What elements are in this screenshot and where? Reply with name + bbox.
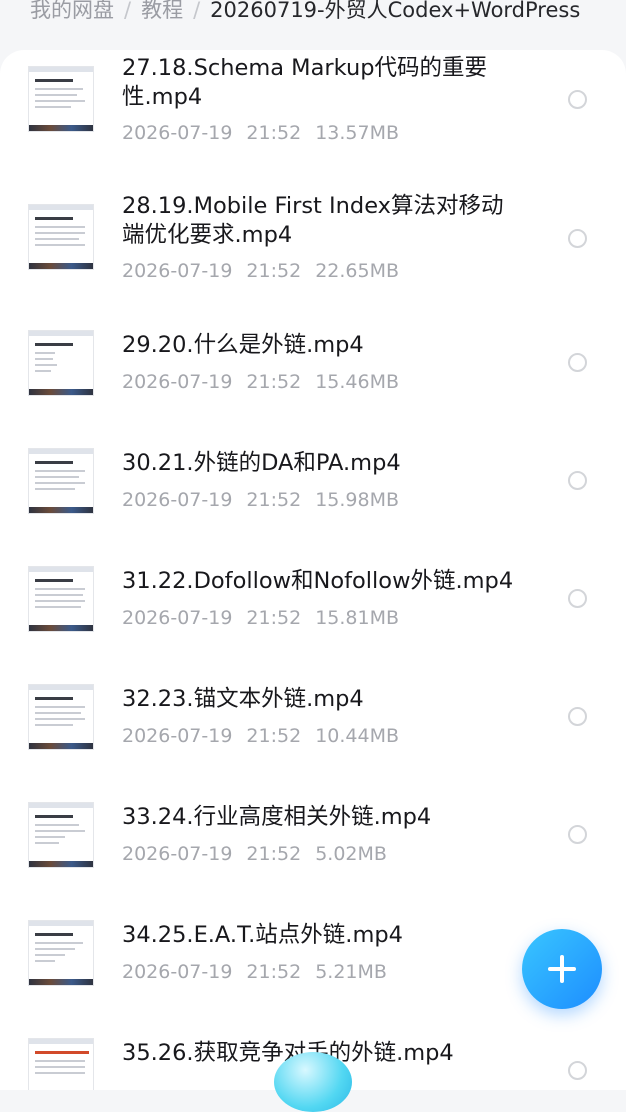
- file-time: 21:52: [246, 489, 302, 511]
- file-row[interactable]: 33.24.行业高度相关外链.mp4 2026-07-19 21:52 5.02MB: [0, 800, 626, 918]
- file-row[interactable]: 27.18.Schema Markup代码的重要性.mp4 2026-07-19…: [0, 50, 626, 168]
- add-button[interactable]: [522, 929, 602, 1009]
- breadcrumb-item-my-drive[interactable]: 我的网盘: [30, 0, 114, 22]
- video-thumbnail-icon: [28, 204, 94, 270]
- video-thumbnail-icon: [28, 330, 94, 396]
- file-date: 2026-07-19: [122, 260, 233, 282]
- breadcrumb-current-folder: 20260719-外贸人Codex+WordPress: [210, 0, 581, 22]
- radio-circle-icon[interactable]: [568, 825, 587, 844]
- file-size: 22.65MB: [315, 260, 400, 282]
- radio-circle-icon[interactable]: [568, 90, 587, 109]
- file-time: 21:52: [246, 961, 302, 983]
- mascot-icon[interactable]: [274, 1052, 352, 1112]
- file-name[interactable]: 30.21.外链的DA和PA.mp4: [122, 449, 522, 478]
- file-time: 21:52: [246, 607, 302, 629]
- file-row[interactable]: 31.22.Dofollow和Nofollow外链.mp4 2026-07-19…: [0, 564, 626, 682]
- file-row[interactable]: 28.19.Mobile First Index算法对移动端优化要求.mp4 2…: [0, 188, 626, 306]
- file-date: 2026-07-19: [122, 371, 233, 393]
- file-size: 13.57MB: [315, 122, 400, 144]
- video-thumbnail-icon: [28, 684, 94, 750]
- file-date: 2026-07-19: [122, 489, 233, 511]
- file-meta: 2026-07-19 21:52 15.46MB: [122, 370, 399, 394]
- file-date: 2026-07-19: [122, 961, 233, 983]
- video-thumbnail-icon: [28, 448, 94, 514]
- breadcrumb-separator: /: [124, 0, 132, 22]
- file-date: 2026-07-19: [122, 725, 233, 747]
- video-thumbnail-icon: [28, 802, 94, 868]
- radio-circle-icon[interactable]: [568, 1061, 587, 1080]
- radio-circle-icon[interactable]: [568, 353, 587, 372]
- file-meta: 2026-07-19 21:52 13.57MB: [122, 121, 399, 145]
- file-time: 21:52: [246, 122, 302, 144]
- file-time: 21:52: [246, 371, 302, 393]
- breadcrumb-item-tutorials[interactable]: 教程: [141, 0, 183, 22]
- file-name[interactable]: 32.23.锚文本外链.mp4: [122, 685, 522, 714]
- file-name[interactable]: 31.22.Dofollow和Nofollow外链.mp4: [122, 567, 522, 596]
- file-row[interactable]: 30.21.外链的DA和PA.mp4 2026-07-19 21:52 15.98M…: [0, 446, 626, 564]
- file-name[interactable]: 34.25.E.A.T.站点外链.mp4: [122, 921, 522, 950]
- file-row[interactable]: 32.23.锚文本外链.mp4 2026-07-19 21:52 10.44MB: [0, 682, 626, 800]
- file-meta: 2026-07-19 21:52 5.21MB: [122, 960, 387, 984]
- file-meta: 2026-07-19 21:52 15.98MB: [122, 488, 399, 512]
- file-size: 5.21MB: [315, 961, 387, 983]
- file-size: 15.46MB: [315, 371, 400, 393]
- file-size: 5.02MB: [315, 843, 387, 865]
- video-thumbnail-icon: [28, 1038, 94, 1090]
- file-time: 21:52: [246, 843, 302, 865]
- file-date: 2026-07-19: [122, 607, 233, 629]
- file-name[interactable]: 33.24.行业高度相关外链.mp4: [122, 803, 522, 832]
- file-meta: 2026-07-19 21:52 10.44MB: [122, 724, 399, 748]
- file-meta: 2026-07-19 21:52 22.65MB: [122, 259, 399, 283]
- file-meta: 2026-07-19 21:52 5.02MB: [122, 842, 387, 866]
- radio-circle-icon[interactable]: [568, 589, 587, 608]
- file-time: 21:52: [246, 260, 302, 282]
- file-row[interactable]: 29.20.什么是外链.mp4 2026-07-19 21:52 15.46MB: [0, 328, 626, 446]
- video-thumbnail-icon: [28, 566, 94, 632]
- file-name[interactable]: 27.18.Schema Markup代码的重要性.mp4: [122, 54, 522, 112]
- file-date: 2026-07-19: [122, 122, 233, 144]
- radio-circle-icon[interactable]: [568, 707, 587, 726]
- video-thumbnail-icon: [28, 920, 94, 986]
- file-size: 15.81MB: [315, 607, 400, 629]
- file-size: 15.98MB: [315, 489, 400, 511]
- radio-circle-icon[interactable]: [568, 229, 587, 248]
- breadcrumb: 我的网盘 / 教程 / 20260719-外贸人Codex+WordPress: [30, 0, 626, 34]
- file-name[interactable]: 28.19.Mobile First Index算法对移动端优化要求.mp4: [122, 192, 522, 250]
- breadcrumb-separator: /: [193, 0, 201, 22]
- file-list[interactable]: 27.18.Schema Markup代码的重要性.mp4 2026-07-19…: [0, 50, 626, 1090]
- file-meta: 2026-07-19 21:52 15.81MB: [122, 606, 399, 630]
- file-date: 2026-07-19: [122, 843, 233, 865]
- file-size: 10.44MB: [315, 725, 400, 747]
- radio-circle-icon[interactable]: [568, 471, 587, 490]
- file-time: 21:52: [246, 725, 302, 747]
- video-thumbnail-icon: [28, 66, 94, 132]
- file-name[interactable]: 29.20.什么是外链.mp4: [122, 331, 522, 360]
